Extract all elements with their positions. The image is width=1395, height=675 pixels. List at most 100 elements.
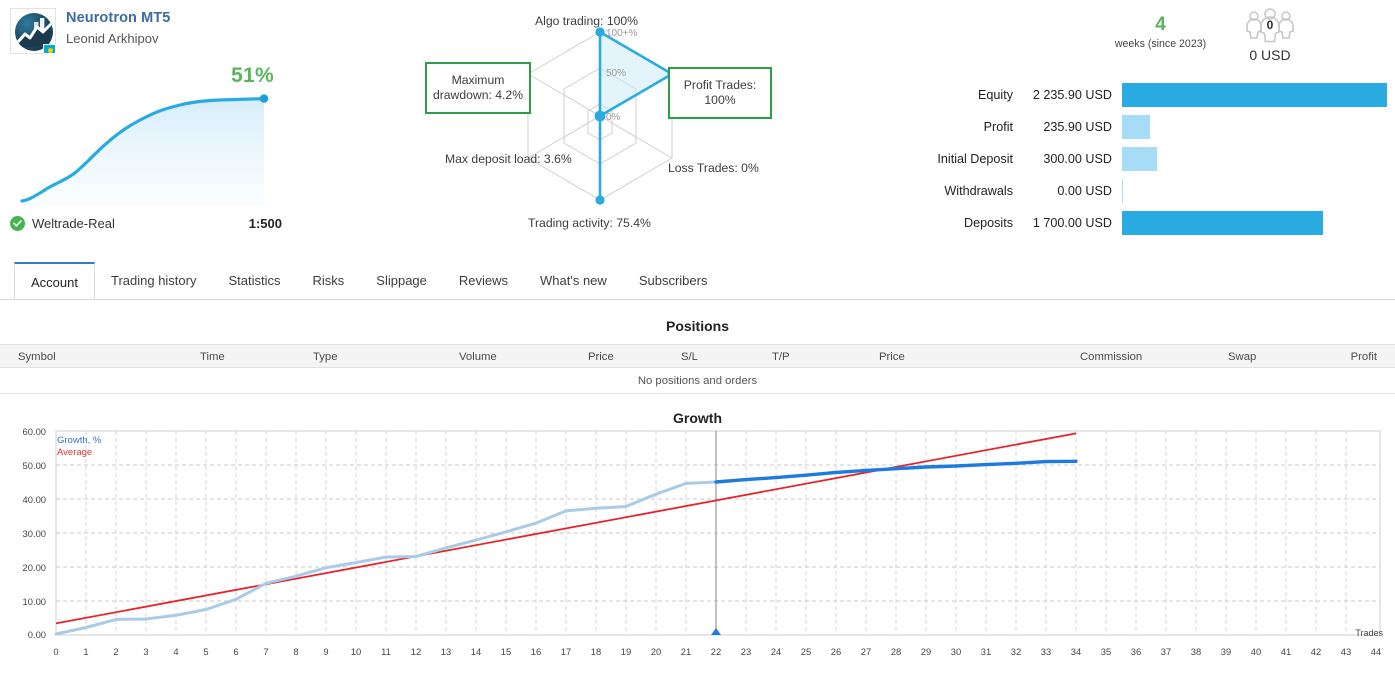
y-tick-30: 30.00 bbox=[2, 528, 46, 539]
stat-bar-initial-deposit bbox=[1122, 147, 1157, 171]
table-row: Profit 235.90 USD bbox=[900, 112, 1395, 142]
x-tick-34: 34 bbox=[1065, 646, 1087, 657]
x-tick-37: 37 bbox=[1155, 646, 1177, 657]
broker-name: Weltrade-Real bbox=[32, 216, 115, 231]
x-tick-28: 28 bbox=[885, 646, 907, 657]
column-header-volume[interactable]: Volume bbox=[459, 345, 497, 369]
sparkline-svg bbox=[10, 88, 282, 206]
y-tick-10: 10.00 bbox=[2, 596, 46, 607]
growth-heading: Growth bbox=[0, 410, 1395, 426]
x-tick-20: 20 bbox=[645, 646, 667, 657]
tab-whats-new[interactable]: What's new bbox=[524, 262, 623, 299]
tab-slippage[interactable]: Slippage bbox=[360, 262, 443, 299]
legend-growth: Growth, % bbox=[57, 435, 101, 447]
radar-scale-zero: 0% bbox=[606, 112, 621, 123]
x-tick-43: 43 bbox=[1335, 646, 1357, 657]
positions-empty-message: No positions and orders bbox=[0, 368, 1395, 394]
x-tick-23: 23 bbox=[735, 646, 757, 657]
stat-label: Withdrawals bbox=[900, 184, 1022, 198]
y-tick-50: 50.00 bbox=[2, 460, 46, 471]
radar-label-max-deposit-load: Max deposit load: 3.6% bbox=[445, 152, 572, 167]
stat-value: 1 700.00 USD bbox=[1022, 216, 1122, 230]
radar-label-max-drawdown: Maximum drawdown: 4.2% bbox=[425, 62, 531, 114]
stat-bar-withdrawals bbox=[1122, 179, 1123, 203]
x-tick-14: 14 bbox=[465, 646, 487, 657]
column-header-type[interactable]: Type bbox=[313, 345, 338, 369]
x-axis-title: Trades bbox=[1355, 628, 1383, 638]
column-header-swap[interactable]: Swap bbox=[1228, 345, 1256, 369]
x-tick-18: 18 bbox=[585, 646, 607, 657]
column-header-price-cur[interactable]: Price bbox=[879, 345, 905, 369]
table-row: Equity 2 235.90 USD bbox=[900, 80, 1395, 110]
x-tick-16: 16 bbox=[525, 646, 547, 657]
tab-subscribers[interactable]: Subscribers bbox=[623, 262, 724, 299]
column-header-price-open[interactable]: Price bbox=[588, 345, 614, 369]
x-tick-29: 29 bbox=[915, 646, 937, 657]
stat-bar-track bbox=[1122, 112, 1395, 142]
stat-bar-equity bbox=[1122, 83, 1387, 107]
x-tick-17: 17 bbox=[555, 646, 577, 657]
column-header-tp[interactable]: T/P bbox=[772, 345, 790, 369]
stat-value: 0.00 USD bbox=[1022, 184, 1122, 198]
radar-chart-svg: 100+% 50% 0% bbox=[410, 0, 830, 250]
growth-chart: Growth, % Average Trades 60.00 50.00 40.… bbox=[0, 425, 1395, 675]
x-tick-4: 4 bbox=[165, 646, 187, 657]
x-tick-13: 13 bbox=[435, 646, 457, 657]
weeks-active: 4 weeks (since 2023) bbox=[1108, 14, 1213, 50]
tab-risks[interactable]: Risks bbox=[297, 262, 361, 299]
stat-value: 300.00 USD bbox=[1022, 152, 1122, 166]
stat-bar-track bbox=[1122, 144, 1395, 174]
x-tick-12: 12 bbox=[405, 646, 427, 657]
x-tick-38: 38 bbox=[1185, 646, 1207, 657]
tab-statistics[interactable]: Statistics bbox=[212, 262, 296, 299]
x-tick-39: 39 bbox=[1215, 646, 1237, 657]
column-header-sl[interactable]: S/L bbox=[681, 345, 698, 369]
x-tick-26: 26 bbox=[825, 646, 847, 657]
x-tick-6: 6 bbox=[225, 646, 247, 657]
x-tick-30: 30 bbox=[945, 646, 967, 657]
radar-chart: 100+% 50% 0% Algo trading: 100% Profit T… bbox=[410, 0, 830, 250]
leverage-value: 1:500 bbox=[249, 216, 282, 231]
account-signal-page: Neurotron MT5 Leonid Arkhipov 51% bbox=[0, 0, 1395, 675]
tab-account[interactable]: Account bbox=[14, 262, 95, 299]
x-tick-36: 36 bbox=[1125, 646, 1147, 657]
stat-label: Profit bbox=[900, 120, 1022, 134]
tab-reviews[interactable]: Reviews bbox=[443, 262, 524, 299]
tab-trading-history[interactable]: Trading history bbox=[95, 262, 213, 299]
column-header-time[interactable]: Time bbox=[200, 345, 225, 369]
x-tick-33: 33 bbox=[1035, 646, 1057, 657]
subscribers-people-icon: 0 bbox=[1220, 8, 1320, 44]
column-header-symbol[interactable]: Symbol bbox=[18, 345, 56, 369]
x-tick-31: 31 bbox=[975, 646, 997, 657]
account-card: Neurotron MT5 Leonid Arkhipov 51% bbox=[0, 0, 290, 250]
page-title[interactable]: Neurotron MT5 bbox=[66, 10, 170, 26]
column-header-commission[interactable]: Commission bbox=[1080, 345, 1142, 369]
x-tick-5: 5 bbox=[195, 646, 217, 657]
x-tick-8: 8 bbox=[285, 646, 307, 657]
x-tick-3: 3 bbox=[135, 646, 157, 657]
stat-label: Equity bbox=[900, 88, 1022, 102]
x-tick-27: 27 bbox=[855, 646, 877, 657]
y-tick-0: 0.00 bbox=[2, 629, 46, 640]
y-tick-40: 40.00 bbox=[2, 494, 46, 505]
stat-bar-track bbox=[1122, 80, 1395, 110]
x-tick-32: 32 bbox=[1005, 646, 1027, 657]
x-tick-41: 41 bbox=[1275, 646, 1297, 657]
weeks-caption: weeks (since 2023) bbox=[1108, 38, 1213, 50]
radar-label-loss-trades: Loss Trades: 0% bbox=[668, 161, 759, 176]
x-tick-24: 24 bbox=[765, 646, 787, 657]
x-tick-35: 35 bbox=[1095, 646, 1117, 657]
account-summary-stats: 4 weeks (since 2023) 0 bbox=[900, 0, 1395, 250]
x-tick-10: 10 bbox=[345, 646, 367, 657]
x-tick-11: 11 bbox=[375, 646, 397, 657]
x-tick-19: 19 bbox=[615, 646, 637, 657]
account-author[interactable]: Leonid Arkhipov bbox=[66, 31, 170, 46]
radar-label-profit-trades: Profit Trades: 100% bbox=[668, 67, 772, 119]
radar-label-algo-trading: Algo trading: 100% bbox=[535, 14, 638, 29]
subscribers-summary: 0 0 USD bbox=[1220, 8, 1320, 63]
financial-stat-rows: Equity 2 235.90 USD Profit 235.90 USD In… bbox=[900, 80, 1395, 240]
radar-label-trading-activity: Trading activity: 75.4% bbox=[528, 216, 651, 231]
x-tick-25: 25 bbox=[795, 646, 817, 657]
x-tick-2: 2 bbox=[105, 646, 127, 657]
column-header-profit[interactable]: Profit bbox=[1351, 345, 1377, 369]
